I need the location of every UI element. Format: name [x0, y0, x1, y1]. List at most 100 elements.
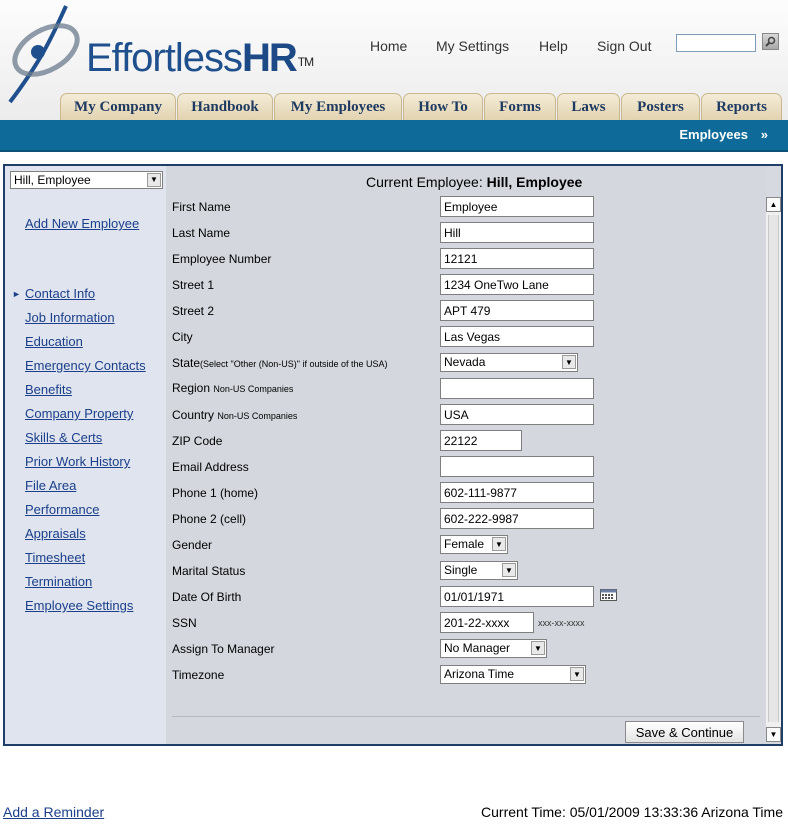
- sidebar-item-performance[interactable]: Performance: [25, 502, 99, 517]
- tab-how-to[interactable]: How To: [403, 93, 483, 120]
- dob-field[interactable]: [440, 586, 594, 607]
- zip-label: ZIP Code: [172, 434, 223, 448]
- marital-status-select-value: Single: [444, 563, 478, 577]
- subnav-arrow-icon: »: [760, 127, 768, 142]
- sidebar-item-benefits[interactable]: Benefits: [25, 382, 72, 397]
- help-link[interactable]: Help: [539, 38, 568, 54]
- country-field[interactable]: [440, 404, 594, 425]
- marital-status-label: Marital Status: [172, 564, 246, 578]
- tab-laws[interactable]: Laws: [557, 93, 620, 120]
- region-field[interactable]: [440, 378, 594, 399]
- manager-select[interactable]: No Manager ▼: [440, 639, 547, 658]
- calendar-icon[interactable]: [600, 589, 617, 601]
- search-button[interactable]: [762, 33, 779, 50]
- region-label: Region Non-US Companies: [172, 381, 294, 395]
- home-link[interactable]: Home: [370, 38, 407, 54]
- sidebar-item-timesheet[interactable]: Timesheet: [25, 550, 85, 565]
- sidebar-item-job-information[interactable]: Job Information: [25, 310, 115, 325]
- subnav-bar: Employees »: [0, 120, 788, 152]
- employee-select[interactable]: Hill, Employee ▼: [10, 171, 163, 189]
- current-employee-heading: Current Employee: Hill, Employee: [366, 174, 583, 190]
- phone1-field[interactable]: [440, 482, 594, 503]
- sidebar-item-termination[interactable]: Termination: [25, 574, 92, 589]
- gender-select[interactable]: Female ▼: [440, 535, 508, 554]
- chevron-down-icon: ▼: [147, 173, 161, 187]
- email-field[interactable]: [440, 456, 594, 477]
- dob-label: Date Of Birth: [172, 590, 242, 604]
- gender-select-value: Female: [444, 537, 485, 551]
- ssn-field[interactable]: [440, 612, 534, 633]
- street2-label: Street 2: [172, 304, 215, 318]
- street2-field[interactable]: [440, 300, 594, 321]
- phone1-label: Phone 1 (home): [172, 486, 259, 500]
- timezone-label: Timezone: [172, 668, 225, 682]
- email-label: Email Address: [172, 460, 249, 474]
- country-label: Country Non-US Companies: [172, 408, 298, 422]
- state-select-value: Nevada: [444, 355, 486, 369]
- subnav-employees-link[interactable]: Employees: [679, 127, 748, 142]
- chevron-down-icon: ▼: [562, 355, 576, 369]
- save-continue-button[interactable]: Save & Continue: [625, 721, 744, 743]
- first-name-field[interactable]: [440, 196, 594, 217]
- last-name-label: Last Name: [172, 226, 231, 240]
- city-label: City: [172, 330, 193, 344]
- timezone-select-value: Arizona Time: [444, 667, 515, 681]
- tab-reports[interactable]: Reports: [701, 93, 782, 120]
- header: EffortlessHR TM Home My Settings Help Sig…: [0, 0, 788, 120]
- employee-select-value: Hill, Employee: [14, 173, 91, 187]
- sidebar-item-appraisals[interactable]: Appraisals: [25, 526, 86, 541]
- state-select[interactable]: Nevada ▼: [440, 353, 578, 372]
- phone2-field[interactable]: [440, 508, 594, 529]
- tab-forms[interactable]: Forms: [484, 93, 556, 120]
- sidebar-item-education[interactable]: Education: [25, 334, 83, 349]
- sidebar-item-company-property[interactable]: Company Property: [25, 406, 133, 421]
- city-field[interactable]: [440, 326, 594, 347]
- phone2-label: Phone 2 (cell): [172, 512, 247, 526]
- divider: [172, 716, 760, 717]
- sidebar-item-employee-settings[interactable]: Employee Settings: [25, 598, 133, 613]
- state-label: State(Select "Other (Non-US)" if outside…: [172, 356, 388, 370]
- tab-handbook[interactable]: Handbook: [177, 93, 273, 120]
- search-input[interactable]: [676, 34, 756, 52]
- manager-label: Assign To Manager: [172, 642, 275, 656]
- sidebar-item-skills-certs[interactable]: Skills & Certs: [25, 430, 102, 445]
- ssn-format-hint: xxx-xx-xxxx: [538, 618, 585, 628]
- street1-field[interactable]: [440, 274, 594, 295]
- search-icon: [765, 36, 776, 47]
- add-reminder-link[interactable]: Add a Reminder: [3, 804, 104, 820]
- chevron-down-icon: ▼: [492, 537, 506, 551]
- sidebar-item-contact-info[interactable]: Contact Info: [25, 286, 95, 301]
- chevron-down-icon: ▼: [570, 667, 584, 681]
- scrollbar[interactable]: ▲ ▼: [766, 197, 781, 742]
- contact-info-form: Current Employee: Hill, Employee First N…: [166, 166, 766, 744]
- employee-number-field[interactable]: [440, 248, 594, 269]
- sidebar: Hill, Employee ▼ Add New Employee ► Cont…: [5, 166, 166, 744]
- tab-my-employees[interactable]: My Employees: [274, 93, 402, 120]
- current-time: Current Time: 05/01/2009 13:33:36 Arizon…: [481, 804, 783, 820]
- add-new-employee-link[interactable]: Add New Employee: [25, 216, 139, 231]
- zip-field[interactable]: [440, 430, 522, 451]
- scrollbar-thumb[interactable]: [768, 215, 779, 722]
- my-settings-link[interactable]: My Settings: [436, 38, 509, 54]
- sidebar-item-prior-work-history[interactable]: Prior Work History: [25, 454, 130, 469]
- scroll-up-icon[interactable]: ▲: [766, 197, 781, 212]
- sidebar-item-emergency-contacts[interactable]: Emergency Contacts: [25, 358, 146, 373]
- scroll-down-icon[interactable]: ▼: [766, 727, 781, 742]
- sign-out-link[interactable]: Sign Out: [597, 38, 651, 54]
- last-name-field[interactable]: [440, 222, 594, 243]
- tab-posters[interactable]: Posters: [621, 93, 700, 120]
- gender-label: Gender: [172, 538, 213, 552]
- chevron-down-icon: ▼: [502, 563, 516, 577]
- employee-frame: Hill, Employee ▼ Add New Employee ► Cont…: [3, 164, 783, 746]
- tab-my-company[interactable]: My Company: [60, 93, 176, 120]
- active-pointer-icon: ►: [12, 289, 21, 299]
- ssn-label: SSN: [172, 616, 197, 630]
- first-name-label: First Name: [172, 200, 231, 214]
- brand-logo: EffortlessHR TM: [86, 36, 314, 80]
- manager-select-value: No Manager: [444, 641, 511, 655]
- timezone-select[interactable]: Arizona Time ▼: [440, 665, 586, 684]
- sidebar-item-file-area[interactable]: File Area: [25, 478, 76, 493]
- marital-status-select[interactable]: Single ▼: [440, 561, 518, 580]
- logo-swirl-icon: [8, 5, 80, 104]
- employee-number-label: Employee Number: [172, 252, 272, 266]
